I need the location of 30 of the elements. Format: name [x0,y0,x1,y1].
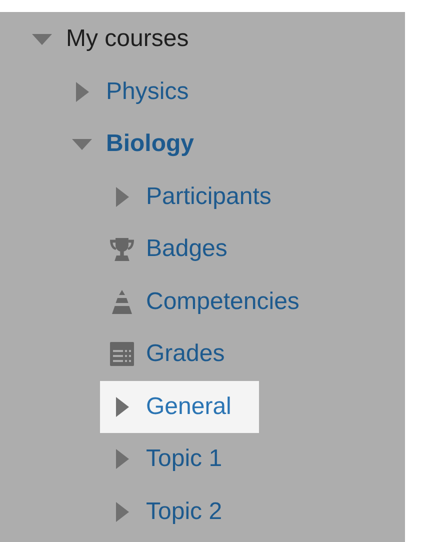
tree-item-label: Physics [106,78,189,106]
caret-right-icon[interactable] [116,396,128,417]
tree-item[interactable]: Participants [100,170,300,223]
caret-down-icon[interactable] [32,34,52,45]
tree-item[interactable]: Topic 2 [100,486,250,538]
table-icon [110,342,134,366]
tree-item-label: Grades [146,340,225,368]
tree-item-label: Topic 1 [146,445,222,474]
caret-right-icon[interactable] [116,502,128,522]
pyramid-icon [110,290,134,314]
tree-item-label: General [146,392,232,421]
tree-item-label: Competencies [146,288,300,316]
tree-item-label: Topic 2 [146,498,222,526]
tree-item[interactable]: Topic 1 [100,433,250,486]
tree-item[interactable]: Competencies [100,276,328,328]
tree-item[interactable]: My courses [20,13,217,66]
selected-tree-item[interactable]: General [100,380,260,433]
caret-right-icon[interactable] [116,449,128,470]
tree-item-label: Biology [106,130,194,158]
tree-item[interactable]: Physics [60,66,217,118]
tree-item[interactable]: Biology [60,118,222,170]
caret-right-icon[interactable] [116,186,128,207]
caret-down-icon[interactable] [72,138,92,150]
tree-item-label: Badges [146,235,228,264]
tree-item[interactable]: Badges [100,223,256,276]
tree-item-label: My courses [66,25,189,54]
tree-item-label: Participants [146,182,272,211]
tree-item[interactable]: Grades [100,328,253,380]
caret-right-icon[interactable] [76,82,88,102]
trophy-icon [110,236,134,262]
